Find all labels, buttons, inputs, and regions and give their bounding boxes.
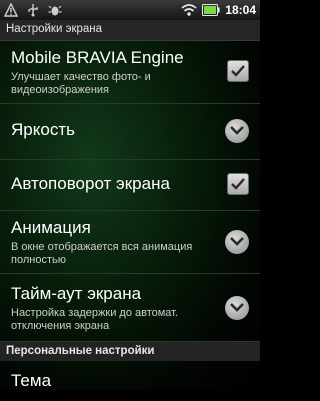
- auto-rotate-checkbox[interactable]: [227, 173, 249, 195]
- usb-icon: [28, 4, 38, 17]
- setting-theme[interactable]: Тема: [0, 361, 260, 401]
- notification-icons: [4, 3, 62, 17]
- setting-title: Тайм-аут экрана: [11, 284, 142, 303]
- system-icons: 18:04: [181, 2, 256, 18]
- alert-icon: [4, 3, 18, 17]
- setting-auto-rotate[interactable]: Автоповорот экрана: [0, 160, 260, 211]
- usb-debug-icon: [48, 5, 62, 16]
- setting-screen-timeout[interactable]: Тайм-аут экрана Настройка задержки до ав…: [0, 274, 260, 342]
- setting-animation[interactable]: Анимация В окне отображается вся анимаци…: [0, 211, 260, 274]
- wifi-icon: [181, 4, 197, 16]
- setting-summary: Улучшает качество фото- и видеоизображен…: [11, 71, 151, 96]
- section-header: Персональные настройки: [0, 342, 260, 361]
- clock-time: 18:04: [225, 3, 256, 17]
- chevron-down-icon: [225, 296, 249, 320]
- screen-title: Настройки экрана: [6, 23, 103, 35]
- setting-brightness[interactable]: Яркость: [0, 104, 260, 160]
- setting-title: Тема: [11, 371, 52, 390]
- setting-bravia-engine[interactable]: Mobile BRAVIA Engine Улучшает качество ф…: [0, 41, 260, 104]
- bravia-checkbox[interactable]: [227, 60, 249, 82]
- checkmark-icon: [231, 65, 245, 77]
- battery-icon: [202, 4, 220, 16]
- setting-summary: Настройка задержки до автомат. отключени…: [11, 307, 179, 332]
- setting-title: Яркость: [11, 120, 75, 139]
- screen-title-bar: Настройки экрана: [0, 20, 260, 41]
- setting-title: Автоповорот экрана: [11, 174, 170, 193]
- chevron-down-icon: [225, 119, 249, 143]
- chevron-down-icon: [225, 230, 249, 254]
- settings-list: Mobile BRAVIA Engine Улучшает качество ф…: [0, 41, 260, 390]
- setting-title: Анимация: [11, 218, 91, 237]
- section-title: Персональные настройки: [6, 345, 155, 357]
- setting-title: Mobile BRAVIA Engine: [11, 48, 184, 67]
- checkmark-icon: [231, 178, 245, 190]
- setting-summary: В окне отображается вся анимация полност…: [11, 241, 193, 266]
- status-bar: 18:04: [0, 0, 260, 20]
